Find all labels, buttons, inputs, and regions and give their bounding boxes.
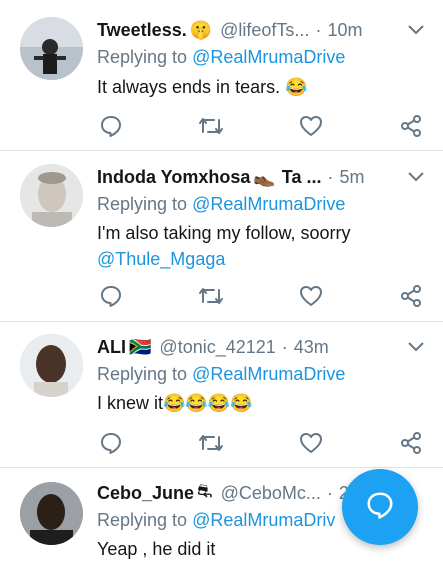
- reply-icon[interactable]: [97, 282, 125, 310]
- reply-mention-link[interactable]: @RealMrumaDrive: [192, 194, 345, 214]
- reply-mention-link[interactable]: @RealMrumaDrive: [192, 47, 345, 67]
- reply-mention-link[interactable]: @RealMrumaDriv: [192, 510, 335, 530]
- chevron-down-icon[interactable]: [405, 166, 427, 188]
- name-emoji: 👞: [253, 166, 276, 187]
- display-name[interactable]: Tweetless.: [97, 20, 187, 41]
- display-name[interactable]: ALI: [97, 337, 126, 358]
- replying-to-label: Replying to: [97, 510, 188, 530]
- name-emoji: 🤫: [189, 19, 213, 40]
- heart-icon[interactable]: [297, 112, 325, 140]
- tweet-text-content: I'm also taking my follow, soorry: [97, 223, 351, 243]
- compose-reply-icon: [365, 490, 395, 525]
- avatar[interactable]: [20, 164, 83, 227]
- tweet-3[interactable]: ALI 🇿🇦 @tonic_42121 · 43m Replying to @R…: [0, 322, 443, 467]
- share-icon[interactable]: [397, 282, 425, 310]
- separator-dot: ·: [327, 166, 334, 187]
- tweet-text: It always ends in tears. 😂: [97, 74, 417, 100]
- tweet-header: ALI 🇿🇦 @tonic_42121 · 43m: [97, 334, 427, 360]
- tweet-text-content: It always ends in tears. 😂: [97, 77, 308, 97]
- chevron-down-icon[interactable]: [405, 19, 427, 41]
- replying-to: Replying to @RealMrumaDrive: [97, 364, 345, 385]
- tweet-1[interactable]: Tweetless. 🤫 @lifeofTs... · 10m Replying…: [0, 0, 443, 150]
- tweet-actions: [97, 282, 427, 310]
- tweet-2[interactable]: Indoda Yomxhosa 👞 Ta ... · 5m Replying t…: [0, 151, 443, 321]
- user-handle[interactable]: @CeboMc...: [221, 483, 321, 504]
- tweet-text: I'm also taking my follow, soorry @Thule…: [97, 220, 417, 272]
- share-icon[interactable]: [397, 429, 425, 457]
- name-emoji: 🇿🇦: [129, 336, 152, 357]
- heart-icon[interactable]: [297, 282, 325, 310]
- chevron-down-icon[interactable]: [405, 336, 427, 358]
- name-emoji: ⛐: [197, 481, 213, 501]
- replying-to: Replying to @RealMrumaDrive: [97, 194, 345, 215]
- avatar[interactable]: [20, 482, 83, 545]
- tweet-text: I knew it😂😂😂😂: [97, 390, 417, 416]
- share-icon[interactable]: [397, 112, 425, 140]
- reply-icon[interactable]: [97, 112, 125, 140]
- user-handle[interactable]: @tonic_42121: [159, 337, 275, 358]
- replying-to-label: Replying to: [97, 364, 188, 384]
- timestamp[interactable]: 10m: [327, 20, 362, 41]
- user-handle[interactable]: @lifeofTs...: [220, 20, 309, 41]
- display-name[interactable]: Cebo_June: [97, 483, 194, 504]
- separator-dot: ·: [315, 19, 322, 40]
- avatar[interactable]: [20, 334, 83, 397]
- replying-to-label: Replying to: [97, 194, 188, 214]
- display-name[interactable]: Indoda Yomxhosa: [97, 167, 250, 188]
- replying-to: Replying to @RealMrumaDriv: [97, 510, 335, 531]
- tweet-header: Tweetless. 🤫 @lifeofTs... · 10m: [97, 17, 427, 43]
- replying-to-label: Replying to: [97, 47, 188, 67]
- heart-icon[interactable]: [297, 429, 325, 457]
- timestamp[interactable]: 5m: [339, 167, 364, 188]
- retweet-icon[interactable]: [197, 282, 225, 310]
- reply-mention-link[interactable]: @RealMrumaDrive: [192, 364, 345, 384]
- tweet-header: Indoda Yomxhosa 👞 Ta ... · 5m: [97, 164, 427, 190]
- reply-icon[interactable]: [97, 429, 125, 457]
- avatar[interactable]: [20, 17, 83, 80]
- separator-dot: ·: [326, 482, 333, 503]
- separator-dot: ·: [281, 336, 288, 357]
- tweet-text-content: Yeap , he did it: [97, 539, 216, 559]
- replying-to: Replying to @RealMrumaDrive: [97, 47, 345, 68]
- tweet-mention-link[interactable]: @Thule_Mgaga: [97, 246, 417, 272]
- retweet-icon[interactable]: [197, 112, 225, 140]
- tweet-actions: [97, 112, 427, 140]
- display-name-suffix[interactable]: Ta ...: [282, 167, 322, 188]
- tweet-actions: [97, 429, 427, 457]
- retweet-icon[interactable]: [197, 429, 225, 457]
- timestamp[interactable]: 43m: [294, 337, 329, 358]
- tweet-text-content: I knew it😂😂😂😂: [97, 393, 253, 413]
- compose-reply-button[interactable]: [342, 469, 418, 545]
